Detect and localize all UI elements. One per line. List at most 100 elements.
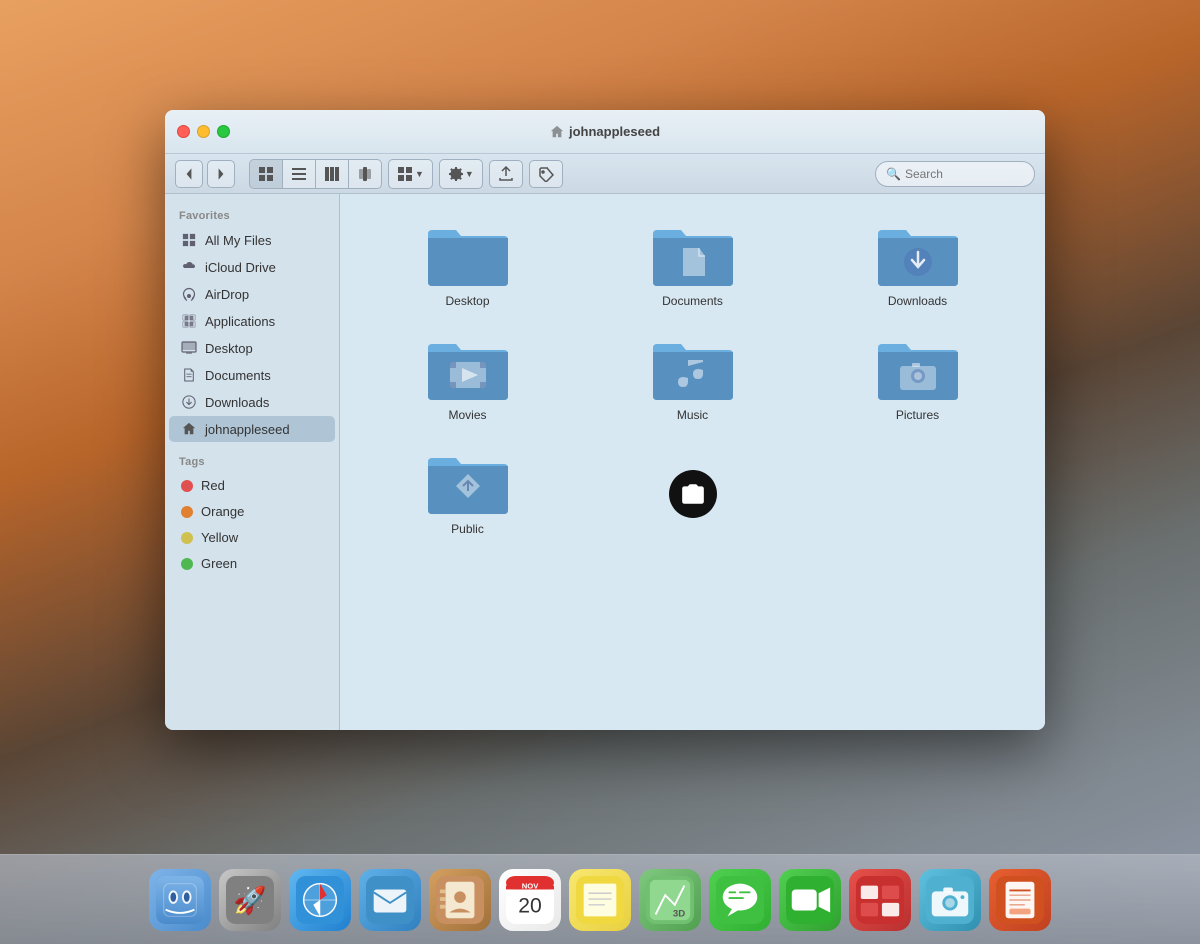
airdrop-icon — [181, 286, 197, 302]
mail-icon — [366, 876, 414, 924]
sidebar-label-tag-green: Green — [201, 556, 237, 571]
dock-item-facetime[interactable] — [779, 869, 841, 931]
file-item-desktop[interactable]: Desktop — [360, 214, 575, 318]
dock-item-mail[interactable] — [359, 869, 421, 931]
dock-item-notes[interactable] — [569, 869, 631, 931]
search-icon: 🔍 — [886, 167, 901, 181]
documents-icon — [181, 367, 197, 383]
yellow-tag-dot — [181, 532, 193, 544]
folder-music-icon — [653, 338, 733, 402]
gear-icon — [448, 166, 464, 182]
dock-item-camera[interactable] — [919, 869, 981, 931]
window-title-text: johnappleseed — [569, 124, 660, 139]
share-icon — [498, 166, 514, 182]
notes-icon — [576, 876, 624, 924]
finder-window: johnappleseed — [165, 110, 1045, 730]
close-button[interactable] — [177, 125, 190, 138]
messages-icon — [716, 876, 764, 924]
sidebar: Favorites All My Files iCloud Drive — [165, 194, 340, 730]
file-label-pictures: Pictures — [896, 408, 939, 422]
forward-button[interactable] — [207, 160, 235, 188]
back-arrow-icon — [185, 167, 193, 181]
dock-item-safari[interactable] — [289, 869, 351, 931]
maximize-button[interactable] — [217, 125, 230, 138]
home-icon — [550, 125, 564, 139]
photos-icon — [856, 876, 904, 924]
file-label-downloads: Downloads — [888, 294, 947, 308]
safari-icon — [296, 876, 344, 924]
sidebar-label-icloud-drive: iCloud Drive — [205, 260, 276, 275]
all-my-files-icon — [181, 232, 197, 248]
share-button[interactable] — [489, 160, 523, 188]
svg-text:3D: 3D — [673, 908, 685, 919]
icon-view-button[interactable] — [250, 160, 283, 188]
file-content-area: Desktop Documents — [340, 194, 1045, 730]
arrange-icon — [397, 166, 413, 182]
arrange-chevron-icon: ▼ — [415, 169, 424, 179]
tags-label: Tags — [165, 450, 339, 472]
sidebar-label-desktop: Desktop — [205, 341, 253, 356]
folder-movies-icon — [428, 338, 508, 402]
applications-icon — [181, 313, 197, 329]
search-box[interactable]: 🔍 — [875, 161, 1035, 187]
dock-item-contacts[interactable] — [429, 869, 491, 931]
list-view-icon — [291, 166, 307, 182]
orange-tag-dot — [181, 506, 193, 518]
green-tag-dot — [181, 558, 193, 570]
sidebar-item-all-my-files[interactable]: All My Files — [169, 227, 335, 253]
sidebar-label-applications: Applications — [205, 314, 275, 329]
file-item-documents[interactable]: Documents — [585, 214, 800, 318]
file-item-downloads[interactable]: Downloads — [810, 214, 1025, 318]
main-area: Favorites All My Files iCloud Drive — [165, 194, 1045, 730]
column-view-icon — [324, 166, 340, 182]
sidebar-label-tag-red: Red — [201, 478, 225, 493]
sidebar-item-documents[interactable]: Documents — [169, 362, 335, 388]
dock-item-messages[interactable] — [709, 869, 771, 931]
back-button[interactable] — [175, 160, 203, 188]
dock-item-photos[interactable] — [849, 869, 911, 931]
finder-icon — [156, 876, 204, 924]
dock-item-pages[interactable] — [989, 869, 1051, 931]
sidebar-item-tag-red[interactable]: Red — [169, 473, 335, 498]
coverflow-view-icon — [357, 166, 373, 182]
file-label-documents: Documents — [662, 294, 723, 308]
file-item-movies[interactable]: Movies — [360, 328, 575, 432]
sidebar-item-home[interactable]: johnappleseed — [169, 416, 335, 442]
sidebar-label-tag-yellow: Yellow — [201, 530, 238, 545]
window-title: johnappleseed — [550, 124, 660, 139]
contacts-icon — [436, 876, 484, 924]
coverflow-view-button[interactable] — [349, 160, 381, 188]
file-item-pictures[interactable]: Pictures — [810, 328, 1025, 432]
tag-button[interactable] — [529, 160, 563, 188]
file-label-desktop: Desktop — [445, 294, 489, 308]
folder-downloads-icon — [878, 224, 958, 288]
column-view-button[interactable] — [316, 160, 349, 188]
sidebar-label-airdrop: AirDrop — [205, 287, 249, 302]
svg-text:🚀: 🚀 — [233, 884, 266, 915]
sidebar-item-downloads[interactable]: Downloads — [169, 389, 335, 415]
tag-icon — [538, 166, 554, 182]
dock-item-launchpad[interactable]: 🚀 — [219, 869, 281, 931]
search-input[interactable] — [905, 167, 1024, 181]
file-label-public: Public — [451, 522, 484, 536]
dock-item-maps[interactable]: 3D — [639, 869, 701, 931]
minimize-button[interactable] — [197, 125, 210, 138]
arrange-button[interactable]: ▼ — [389, 160, 432, 188]
dock-item-finder[interactable] — [149, 869, 211, 931]
svg-text:20: 20 — [518, 894, 541, 917]
sidebar-item-tag-orange[interactable]: Orange — [169, 499, 335, 524]
action-button[interactable]: ▼ — [440, 160, 482, 188]
file-item-public[interactable]: Public — [360, 442, 575, 546]
forward-arrow-icon — [217, 167, 225, 181]
sidebar-item-tag-green[interactable]: Green — [169, 551, 335, 576]
sidebar-item-icloud-drive[interactable]: iCloud Drive — [169, 254, 335, 280]
sidebar-item-desktop[interactable]: Desktop — [169, 335, 335, 361]
icon-view-icon — [258, 166, 274, 182]
sidebar-item-tag-yellow[interactable]: Yellow — [169, 525, 335, 550]
file-item-music[interactable]: Music — [585, 328, 800, 432]
list-view-button[interactable] — [283, 160, 316, 188]
sidebar-item-airdrop[interactable]: AirDrop — [169, 281, 335, 307]
title-bar: johnappleseed — [165, 110, 1045, 154]
dock-item-calendar[interactable]: NOV 20 — [499, 869, 561, 931]
sidebar-item-applications[interactable]: Applications — [169, 308, 335, 334]
